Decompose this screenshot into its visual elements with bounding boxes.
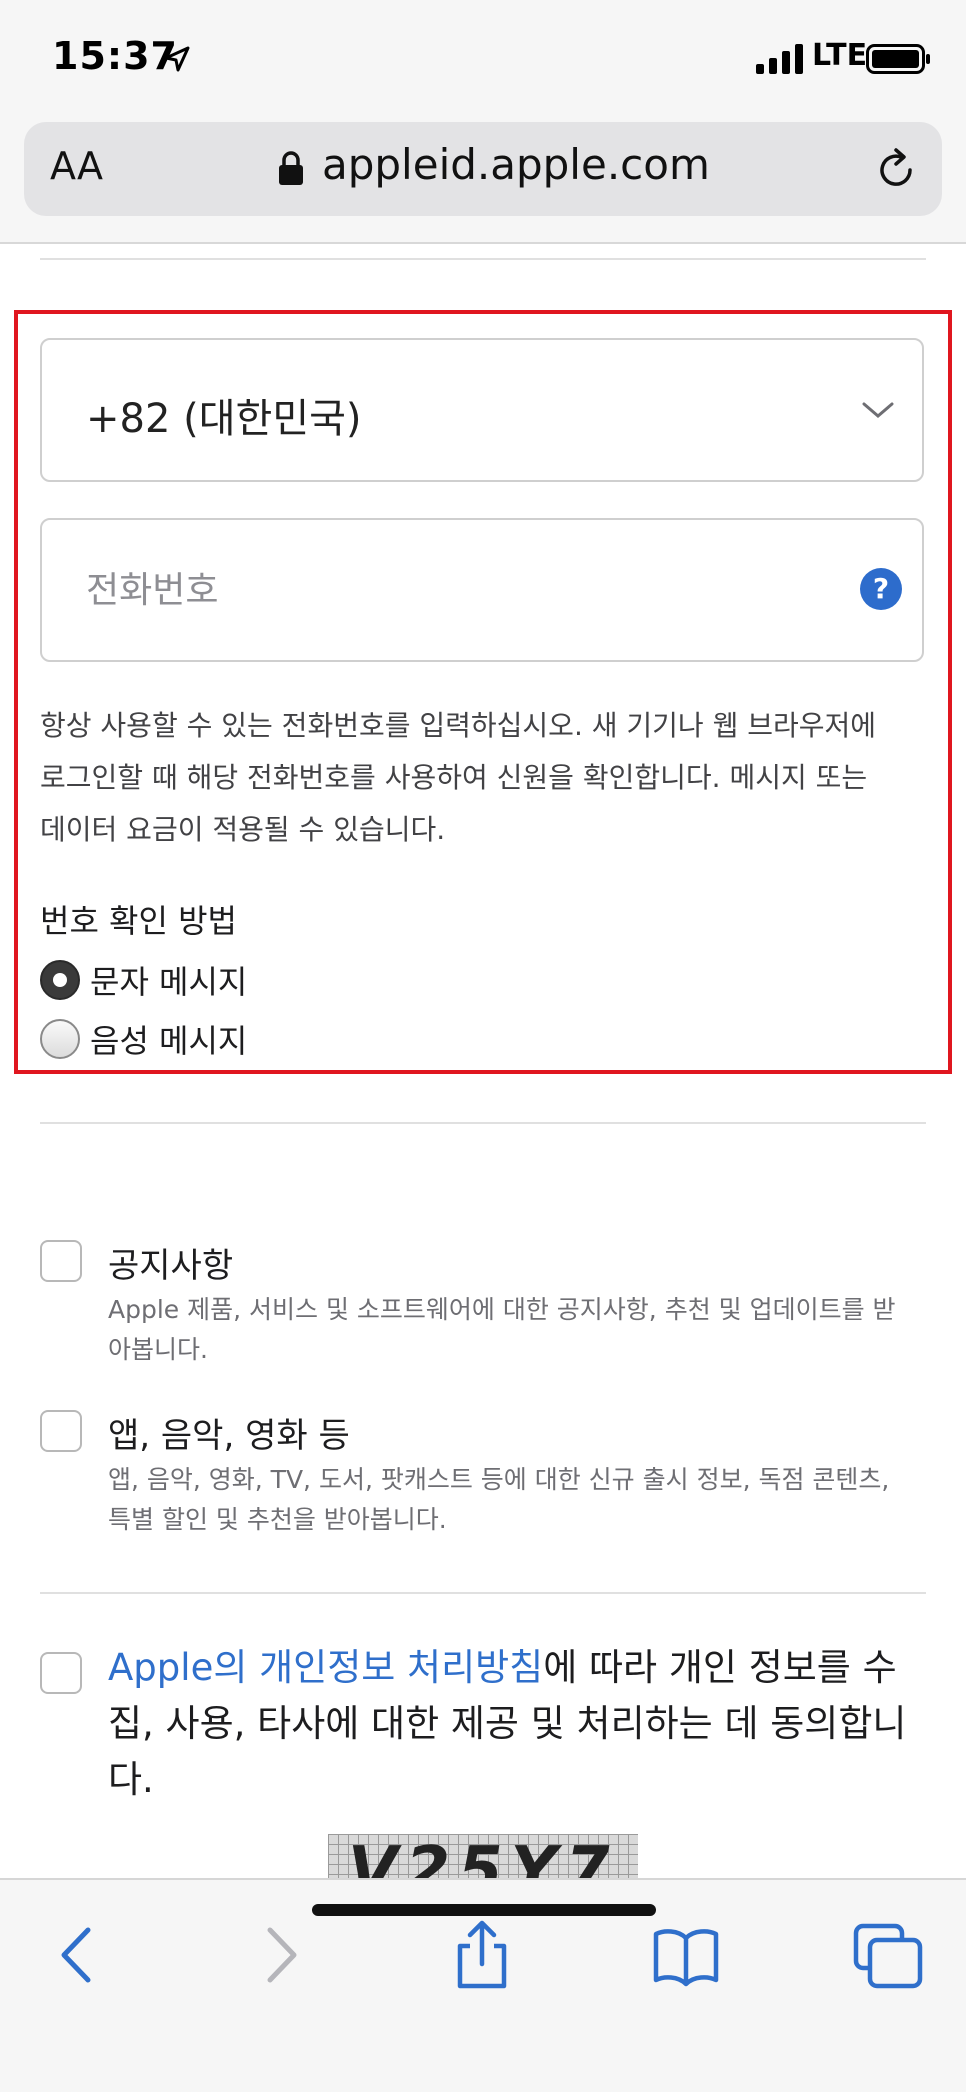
apps-music-description: 앱, 음악, 영화, TV, 도서, 팟캐스트 등에 대한 신규 출시 정보, … bbox=[108, 1465, 890, 1534]
voice-radio-label: 음성 메시지 bbox=[90, 1022, 248, 1060]
sms-radio-label: 문자 메시지 bbox=[90, 963, 248, 1001]
phone-description: 항상 사용할 수 있는 전화번호를 입력하십시오. 새 기기나 웹 브라우저에 … bbox=[40, 709, 877, 846]
network-type: LTE bbox=[812, 38, 868, 73]
browser-header: AA appleid.apple.com bbox=[0, 118, 966, 244]
captcha-image: V25Y7 bbox=[328, 1834, 638, 1880]
announcements-description: Apple 제품, 서비스 및 소프트웨어에 대한 공지사항, 추천 및 업데이… bbox=[108, 1295, 896, 1364]
url-text[interactable]: appleid.apple.com bbox=[322, 140, 710, 189]
reload-icon[interactable] bbox=[872, 146, 920, 194]
divider bbox=[40, 1122, 926, 1124]
tabs-icon[interactable] bbox=[848, 1920, 928, 1990]
help-icon[interactable]: ? bbox=[860, 568, 902, 610]
country-code-value: +82 (대한민국) bbox=[86, 396, 362, 442]
privacy-consent-checkbox[interactable] bbox=[40, 1652, 82, 1694]
announcements-title: 공지사항 bbox=[108, 1246, 234, 1286]
status-bar: 15:37 LTE bbox=[0, 0, 966, 118]
privacy-consent-text: Apple의 개인정보 처리방침에 따라 개인 정보를 수집, 사용, 타사에 … bbox=[108, 1640, 928, 1808]
apps-music-checkbox[interactable] bbox=[40, 1410, 82, 1452]
captcha-text: V25Y7 bbox=[348, 1834, 618, 1880]
radio-option-sms[interactable]: 문자 메시지 bbox=[40, 958, 247, 1002]
apps-music-title: 앱, 음악, 영화 등 bbox=[108, 1416, 350, 1456]
announcements-checkbox[interactable] bbox=[40, 1240, 82, 1282]
home-indicator[interactable] bbox=[312, 1904, 656, 1916]
divider bbox=[40, 1592, 926, 1594]
text-size-button[interactable]: AA bbox=[50, 144, 103, 188]
share-icon[interactable] bbox=[442, 1920, 522, 1990]
battery-icon bbox=[866, 44, 930, 74]
radio-option-voice[interactable]: 음성 메시지 bbox=[40, 1017, 247, 1061]
lock-icon bbox=[279, 151, 303, 185]
bookmarks-icon[interactable] bbox=[646, 1920, 726, 1990]
chevron-down-icon bbox=[862, 402, 894, 418]
cellular-signal-icon bbox=[756, 44, 803, 74]
divider bbox=[40, 258, 926, 260]
back-arrow-icon[interactable] bbox=[38, 1920, 118, 1990]
sms-radio[interactable] bbox=[40, 960, 80, 1000]
forward-arrow-icon[interactable] bbox=[240, 1920, 320, 1990]
location-arrow-icon bbox=[164, 46, 190, 72]
address-bar[interactable]: AA appleid.apple.com bbox=[24, 122, 942, 216]
verify-method-label: 번호 확인 방법 bbox=[40, 902, 237, 940]
country-code-select[interactable]: +82 (대한민국) bbox=[40, 338, 924, 482]
voice-radio[interactable] bbox=[40, 1019, 80, 1059]
privacy-policy-link[interactable]: Apple의 개인정보 처리방침 bbox=[108, 1646, 543, 1689]
phone-number-input[interactable] bbox=[40, 518, 924, 662]
status-time: 15:37 bbox=[52, 34, 178, 78]
